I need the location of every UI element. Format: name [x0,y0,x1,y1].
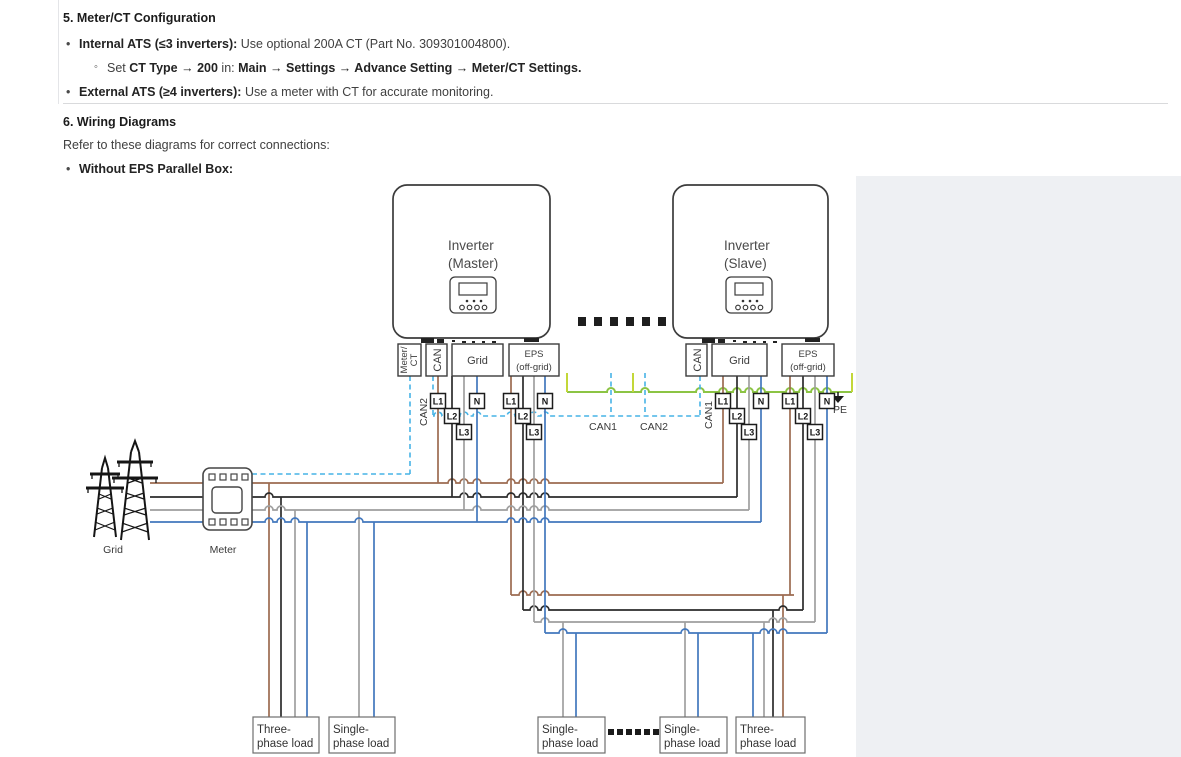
terminal-l1: L1 [785,397,796,407]
sub-bold1: CT Type → 200 [129,61,218,75]
load-1-line2: phase load [257,738,313,750]
meter-device [203,468,252,530]
pe-wire [567,388,852,392]
inverter-slave-line2: (Slave) [724,256,767,271]
port-grid-slave: Grid [729,355,750,367]
port-boxes: Meter/ CT CAN Grid EPS (off-grid) CAN Gr… [398,344,834,376]
terminal-l3: L3 [744,428,755,438]
load-4-line2: phase load [664,738,720,750]
load-2-line2: phase load [333,738,389,750]
port-grid-master: Grid [467,355,488,367]
section5-bullet2: External ATS (≥4 inverters): Use a meter… [79,84,493,100]
bullet-marker: • [66,84,70,100]
terminal-l2: L2 [518,412,529,422]
bullet3-bold: Without EPS Parallel Box: [79,162,233,176]
load-3-line2: phase load [542,738,598,750]
load-2-line1: Single- [333,724,369,736]
inverter-slave: Inverter (Slave) [673,185,828,343]
section6-heading: 6. Wiring Diagrams [63,114,176,130]
port-meter-ct-line2: CT [409,353,420,366]
more-inverters-ellipsis [578,317,666,326]
wires-l3 [150,376,815,717]
terminal-n: N [542,397,549,407]
can1-vertical-label: CAN1 [703,401,715,429]
port-eps-slave-line1: EPS [798,349,817,360]
bullet-marker: • [66,36,70,52]
terminal-l2: L2 [798,412,809,422]
can2-label: CAN2 [640,421,668,433]
side-panel-background [856,176,1181,757]
sub-mid: in: [218,61,238,75]
wiring-diagram: PE CAN1 CAN2 CAN2 CAN1 [0,176,1181,757]
inverter-master-line2: (Master) [448,256,498,271]
port-can-master: CAN [432,348,444,371]
inverter-slave-line1: Inverter [724,238,770,253]
terminal-n: N [758,397,765,407]
section5-heading: 5. Meter/CT Configuration [63,10,216,26]
port-eps-slave-line2: (off-grid) [790,362,826,373]
terminal-l1: L1 [506,397,517,407]
documentation-page: { "bullets": { "filled": "•", "open": "◦… [0,0,1181,757]
terminal-l1: L1 [718,397,729,407]
terminal-l2: L2 [732,412,743,422]
load-5-line2: phase load [740,738,796,750]
terminal-l1: L1 [433,397,444,407]
bullet2-rest: Use a meter with CT for accurate monitor… [241,85,493,99]
grid-tower-icon [86,441,158,540]
load-3-line1: Single- [542,724,578,736]
sub-end: . [578,61,581,75]
port-eps-master-line2: (off-grid) [516,362,552,373]
wires-n [150,376,827,717]
can-bus-run [433,412,700,416]
sub-bullet-marker: ◦ [94,59,98,75]
sub-pre: Set [107,61,129,75]
terminal-l3: L3 [810,428,821,438]
terminal-l2: L2 [447,412,458,422]
inverter-display [450,277,496,313]
inverter-master: Inverter (Master) [393,185,550,343]
section6-intro: Refer to these diagrams for correct conn… [63,137,330,153]
can1-label: CAN1 [589,421,617,433]
terminal-l3: L3 [459,428,470,438]
load-4-line1: Single- [664,724,700,736]
port-eps-master-line1: EPS [524,349,543,360]
bullet-marker: • [66,161,70,177]
bullet1-bold: Internal ATS (≤3 inverters): [79,37,237,51]
grid-source-label: Grid [103,544,123,556]
section-divider [63,103,1168,104]
section5-bullet1: Internal ATS (≤3 inverters): Use optiona… [79,36,510,52]
inverter-display [726,277,772,313]
meter-label: Meter [210,544,237,556]
load-1-line1: Three- [257,724,291,736]
load-5-line1: Three- [740,724,774,736]
section6-bullet: Without EPS Parallel Box: [79,161,233,177]
more-loads-ellipsis [608,729,659,735]
load-boxes: Three- phase load Single- phase load Sin… [253,717,805,753]
can2-vertical-label: CAN2 [418,398,430,426]
port-can-slave: CAN [692,348,704,371]
content-left-border [58,0,59,104]
terminal-n: N [824,397,831,407]
terminal-n: N [474,397,481,407]
bullet2-bold: External ATS (≥4 inverters): [79,85,241,99]
bullet1-rest: Use optional 200A CT (Part No. 309301004… [237,37,510,51]
sub-bold2: Main → Settings → Advance Setting → Mete… [238,61,578,75]
terminal-l3: L3 [529,428,540,438]
section5-subbullet: Set CT Type → 200 in: Main → Settings → … [107,60,581,76]
inverter-master-line1: Inverter [448,238,494,253]
